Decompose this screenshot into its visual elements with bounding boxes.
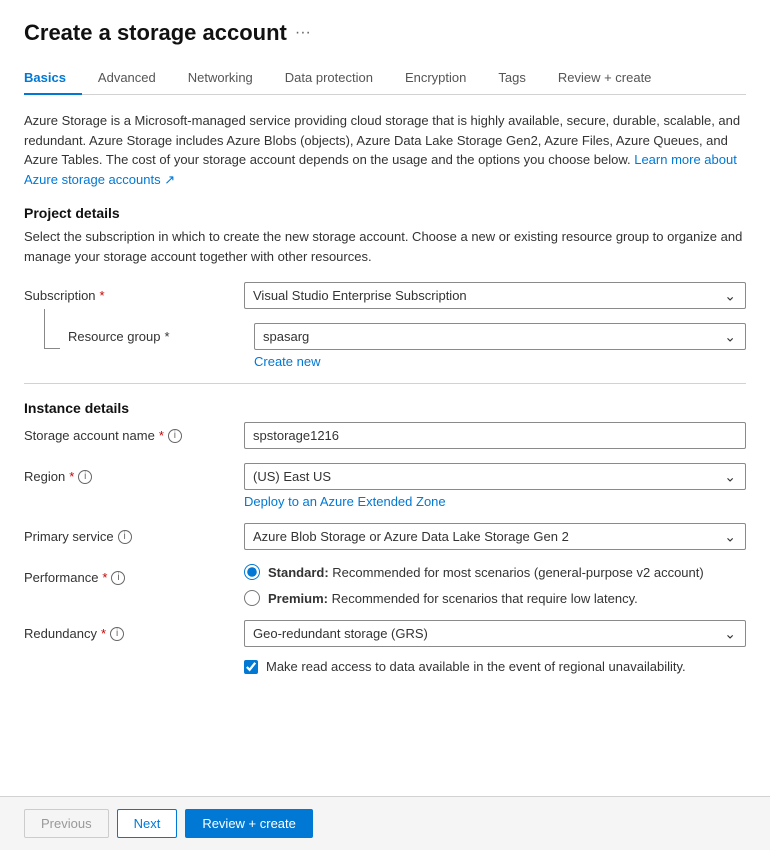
region-row: Region * i (US) East US Deploy to an Azu… xyxy=(24,463,746,509)
performance-control: Standard: Recommended for most scenarios… xyxy=(244,564,746,606)
primary-service-row: Primary service i Azure Blob Storage or … xyxy=(24,523,746,550)
project-details-header: Project details xyxy=(24,205,746,221)
storage-name-control xyxy=(244,422,746,449)
next-button[interactable]: Next xyxy=(117,809,178,838)
tab-advanced[interactable]: Advanced xyxy=(82,62,172,95)
tab-bar: Basics Advanced Networking Data protecti… xyxy=(24,62,746,95)
footer: Previous Next Review + create xyxy=(0,796,770,850)
performance-radio-group: Standard: Recommended for most scenarios… xyxy=(244,564,746,606)
performance-required: * xyxy=(102,570,107,585)
region-select[interactable]: (US) East US xyxy=(244,463,746,490)
performance-standard-option[interactable]: Standard: Recommended for most scenarios… xyxy=(244,564,746,580)
subscription-row: Subscription * Visual Studio Enterprise … xyxy=(24,282,746,309)
ellipsis-menu-icon[interactable]: ··· xyxy=(295,24,311,42)
page-title: Create a storage account xyxy=(24,20,287,46)
redundancy-label: Redundancy * i xyxy=(24,620,244,641)
read-access-checkbox[interactable] xyxy=(244,660,258,674)
performance-standard-radio[interactable] xyxy=(244,564,260,580)
resource-group-row: Resource group * spasarg Create new xyxy=(24,323,746,369)
redundancy-select[interactable]: Geo-redundant storage (GRS) xyxy=(244,620,746,647)
redundancy-control: Geo-redundant storage (GRS) Make read ac… xyxy=(244,620,746,674)
tab-tags[interactable]: Tags xyxy=(482,62,541,95)
redundancy-row: Redundancy * i Geo-redundant storage (GR… xyxy=(24,620,746,674)
primary-service-select[interactable]: Azure Blob Storage or Azure Data Lake St… xyxy=(244,523,746,550)
subscription-select-wrapper: Visual Studio Enterprise Subscription xyxy=(244,282,746,309)
performance-premium-radio[interactable] xyxy=(244,590,260,606)
instance-separator xyxy=(24,383,746,384)
redundancy-select-wrapper: Geo-redundant storage (GRS) xyxy=(244,620,746,647)
redundancy-info-icon[interactable]: i xyxy=(110,627,124,641)
performance-info-icon[interactable]: i xyxy=(111,571,125,585)
subscription-label: Subscription * xyxy=(24,282,244,303)
subscription-required: * xyxy=(100,288,105,303)
primary-service-control: Azure Blob Storage or Azure Data Lake St… xyxy=(244,523,746,550)
region-label: Region * i xyxy=(24,463,244,484)
resource-group-label: Resource group * xyxy=(68,323,254,344)
primary-service-select-wrapper: Azure Blob Storage or Azure Data Lake St… xyxy=(244,523,746,550)
instance-details-header: Instance details xyxy=(24,400,746,416)
primary-service-label: Primary service i xyxy=(24,523,244,544)
previous-button[interactable]: Previous xyxy=(24,809,109,838)
performance-row: Performance * i Standard: Recommended fo… xyxy=(24,564,746,606)
rg-bracket xyxy=(44,323,68,349)
storage-name-input[interactable] xyxy=(244,422,746,449)
review-create-button[interactable]: Review + create xyxy=(185,809,313,838)
tab-encryption[interactable]: Encryption xyxy=(389,62,482,95)
resource-group-select[interactable]: spasarg xyxy=(254,323,746,350)
resource-group-control: spasarg Create new xyxy=(254,323,746,369)
region-select-wrapper: (US) East US xyxy=(244,463,746,490)
storage-name-row: Storage account name * i xyxy=(24,422,746,449)
extended-zone-link[interactable]: Deploy to an Azure Extended Zone xyxy=(244,494,746,509)
redundancy-checkbox-row[interactable]: Make read access to data available in th… xyxy=(244,659,746,674)
rg-required: * xyxy=(165,329,170,344)
subscription-control: Visual Studio Enterprise Subscription xyxy=(244,282,746,309)
performance-label: Performance * i xyxy=(24,564,244,585)
tab-review-create[interactable]: Review + create xyxy=(542,62,668,95)
performance-premium-label: Premium: Recommended for scenarios that … xyxy=(268,591,638,606)
redundancy-required: * xyxy=(101,626,106,641)
primary-service-info-icon[interactable]: i xyxy=(118,530,132,544)
storage-name-label: Storage account name * i xyxy=(24,422,244,443)
read-access-label: Make read access to data available in th… xyxy=(266,659,686,674)
resource-group-select-wrapper: spasarg xyxy=(254,323,746,350)
tab-data-protection[interactable]: Data protection xyxy=(269,62,389,95)
performance-premium-option[interactable]: Premium: Recommended for scenarios that … xyxy=(244,590,746,606)
project-details-desc: Select the subscription in which to crea… xyxy=(24,227,746,266)
rg-bracket-line xyxy=(44,309,60,349)
create-new-rg-link[interactable]: Create new xyxy=(254,354,746,369)
tab-basics[interactable]: Basics xyxy=(24,62,82,95)
region-required: * xyxy=(69,469,74,484)
subscription-select[interactable]: Visual Studio Enterprise Subscription xyxy=(244,282,746,309)
storage-name-required: * xyxy=(159,428,164,443)
tab-networking[interactable]: Networking xyxy=(172,62,269,95)
region-control: (US) East US Deploy to an Azure Extended… xyxy=(244,463,746,509)
region-info-icon[interactable]: i xyxy=(78,470,92,484)
description-text: Azure Storage is a Microsoft-managed ser… xyxy=(24,111,746,189)
storage-name-info-icon[interactable]: i xyxy=(168,429,182,443)
performance-standard-label: Standard: Recommended for most scenarios… xyxy=(268,565,704,580)
